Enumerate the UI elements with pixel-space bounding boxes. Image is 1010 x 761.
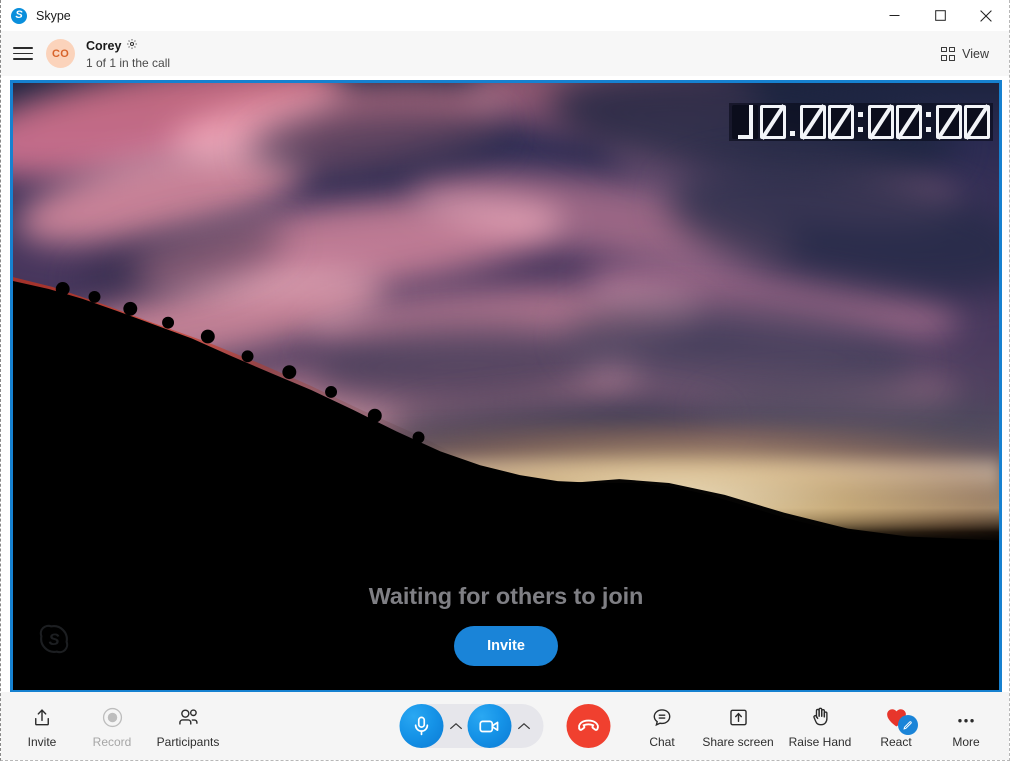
skype-logo-letter: S bbox=[15, 9, 23, 21]
avatar-initials: CO bbox=[52, 47, 69, 60]
toolbar-item-label: Invite bbox=[27, 735, 57, 749]
avatar[interactable]: CO bbox=[46, 39, 75, 68]
timer-digit bbox=[732, 105, 758, 139]
toolbar-item-label: Record bbox=[92, 735, 132, 749]
app-title: Skype bbox=[36, 8, 71, 23]
timer-separator bbox=[924, 105, 934, 139]
more-toolbar-button[interactable]: More bbox=[931, 703, 1001, 749]
view-label: View bbox=[962, 46, 989, 61]
microphone-options[interactable] bbox=[444, 722, 468, 731]
timer-digit bbox=[828, 105, 854, 139]
react-toolbar-button[interactable]: React bbox=[861, 703, 931, 749]
pencil-badge-icon bbox=[897, 715, 918, 735]
ellipsis-icon bbox=[955, 706, 977, 728]
call-header: CO Corey 1 of 1 in the call View bbox=[1, 31, 1009, 76]
video-feed: S Waiting for others to join Invite bbox=[13, 83, 999, 690]
chat-toolbar-button[interactable]: Chat bbox=[627, 703, 697, 749]
minimize-button[interactable] bbox=[871, 0, 917, 31]
toolbar-item-label: More bbox=[952, 735, 980, 749]
call-toolbar: Invite Record Participants Chat Share sc… bbox=[1, 692, 1009, 760]
waiting-overlay: Waiting for others to join Invite bbox=[13, 583, 999, 666]
timer-digit bbox=[800, 105, 826, 139]
toolbar-item-label: Participants bbox=[156, 735, 220, 749]
timer-digit bbox=[936, 105, 962, 139]
call-title-row: Corey bbox=[86, 37, 170, 55]
timer-digit bbox=[868, 105, 894, 139]
react-icon-group bbox=[885, 706, 918, 735]
share-screen-icon bbox=[728, 706, 749, 728]
raise-hand-toolbar-button[interactable]: Raise Hand bbox=[779, 703, 861, 749]
call-timer bbox=[729, 103, 993, 141]
waiting-message: Waiting for others to join bbox=[368, 583, 644, 609]
chat-bubble-icon bbox=[651, 706, 673, 728]
invite-button[interactable]: Invite bbox=[454, 626, 558, 666]
toolbar-left-group: Invite Record Participants bbox=[7, 703, 229, 749]
toolbar-item-label: Raise Hand bbox=[788, 735, 852, 749]
skype-logo-icon: S bbox=[11, 7, 27, 24]
share-upload-icon bbox=[32, 706, 52, 728]
maximize-button[interactable] bbox=[917, 0, 963, 31]
window-controls bbox=[871, 0, 1009, 31]
people-icon bbox=[177, 706, 200, 728]
video-stage[interactable]: S Waiting for others to join Invite bbox=[10, 80, 1002, 693]
raised-hand-icon bbox=[810, 706, 831, 728]
title-bar: S Skype bbox=[1, 0, 1009, 31]
media-controls-pill bbox=[399, 704, 544, 748]
grid-view-icon bbox=[941, 46, 956, 61]
camera-button[interactable] bbox=[467, 704, 512, 748]
timer-digit bbox=[964, 105, 990, 139]
view-button[interactable]: View bbox=[937, 42, 993, 66]
gear-icon[interactable] bbox=[126, 37, 138, 55]
record-circle-icon bbox=[102, 706, 123, 728]
timer-digit bbox=[896, 105, 922, 139]
end-call-button[interactable] bbox=[566, 704, 611, 748]
timer-separator bbox=[788, 105, 798, 139]
close-button[interactable] bbox=[963, 0, 1009, 31]
call-name: Corey bbox=[86, 39, 122, 53]
toolbar-center-group bbox=[399, 704, 611, 748]
toolbar-right-group: Chat Share screen Raise Hand React More bbox=[627, 703, 1001, 749]
record-toolbar-button[interactable]: Record bbox=[77, 703, 147, 749]
invite-toolbar-button[interactable]: Invite bbox=[7, 703, 77, 749]
toolbar-item-label: Chat bbox=[649, 735, 675, 749]
toolbar-item-label: React bbox=[880, 735, 912, 749]
toolbar-item-label: Share screen bbox=[702, 735, 774, 749]
call-info: Corey 1 of 1 in the call bbox=[86, 37, 170, 70]
participants-toolbar-button[interactable]: Participants bbox=[147, 703, 229, 749]
timer-digit bbox=[760, 105, 786, 139]
timer-separator bbox=[856, 105, 866, 139]
microphone-button[interactable] bbox=[399, 704, 444, 748]
skype-call-window: S Skype CO Corey 1 of 1 in the call View… bbox=[0, 0, 1010, 761]
share-screen-toolbar-button[interactable]: Share screen bbox=[697, 703, 779, 749]
camera-options[interactable] bbox=[512, 722, 536, 731]
hamburger-menu-icon[interactable] bbox=[13, 44, 33, 64]
participant-status: 1 of 1 in the call bbox=[86, 56, 171, 70]
